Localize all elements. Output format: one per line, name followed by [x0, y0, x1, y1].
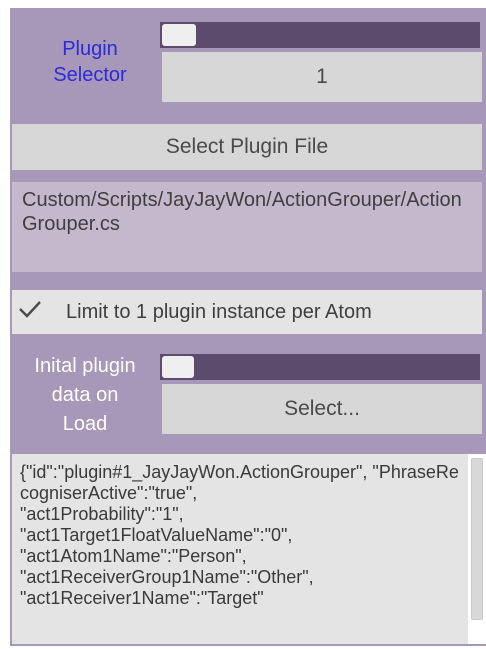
plugin-selector-value[interactable]: 1 — [162, 52, 482, 102]
plugin-data-json[interactable]: {"id":"plugin#1_JayJayWon.ActionGrouper"… — [12, 454, 486, 644]
initial-data-slider[interactable] — [160, 354, 480, 380]
limit-instance-toggle[interactable]: Limit to 1 plugin instance per Atom — [12, 290, 482, 334]
checkmark-icon — [17, 298, 43, 326]
plugin-settings-panel: Plugin Selector 1 Select Plugin File Cus… — [10, 8, 486, 646]
plugin-selector-slider[interactable] — [160, 22, 480, 48]
plugin-path-text: Custom/Scripts/JayJayWon/ActionGrouper/A… — [12, 182, 482, 272]
json-scrollbar[interactable] — [468, 454, 486, 644]
initial-data-select-button[interactable]: Select... — [162, 384, 482, 434]
checkbox[interactable] — [12, 295, 48, 329]
plugin-selector-label-line2: Selector — [53, 64, 127, 86]
plugin-selector-label: Plugin Selector — [20, 36, 160, 88]
select-plugin-file-button[interactable]: Select Plugin File — [12, 124, 482, 170]
initial-data-label-line1: Inital plugin — [34, 355, 136, 377]
plugin-selector-label-line1: Plugin — [62, 38, 118, 60]
json-scrollbar-thumb[interactable] — [471, 458, 483, 620]
initial-data-label: Inital plugin data on Load — [10, 352, 160, 439]
initial-data-label-line2: data on — [51, 384, 119, 406]
initial-data-slider-handle[interactable] — [162, 356, 194, 378]
limit-instance-label: Limit to 1 plugin instance per Atom — [66, 300, 372, 323]
initial-data-label-line3: Load — [62, 413, 108, 435]
plugin-selector-slider-handle[interactable] — [162, 24, 196, 46]
